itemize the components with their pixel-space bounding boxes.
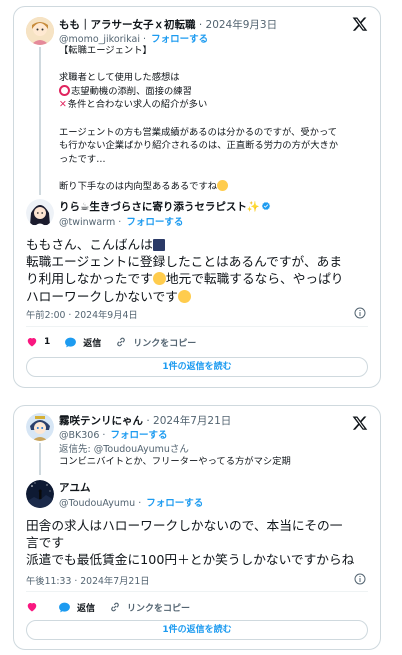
- action-bar: 返信 リンクをコピー: [26, 599, 204, 615]
- sparkle-icon: ✨: [246, 201, 260, 213]
- tweet-card: 霧咲テンリにゃん · 2024年7月21日 @BK306 · フォローする 返信…: [13, 405, 381, 650]
- reply-bubble-icon: [65, 337, 77, 347]
- link-icon: [111, 602, 119, 612]
- like-count: 1: [44, 337, 51, 347]
- night-city-emoji-icon: [152, 239, 165, 251]
- heart-icon: [27, 603, 37, 612]
- tweet-timestamp[interactable]: 午前2:00 · 2024年9月4日: [26, 307, 138, 321]
- tweet-timestamp[interactable]: 午後11:33 · 2024年7月21日: [26, 573, 150, 587]
- follow-button[interactable]: フォローする: [146, 498, 203, 509]
- like-button[interactable]: [26, 601, 44, 613]
- replying-to[interactable]: 返信先: @ToudouAyumuさん: [59, 441, 189, 455]
- author-name[interactable]: 霧咲テンリにゃん: [59, 415, 143, 427]
- x-logo-icon[interactable]: [352, 16, 368, 32]
- author-name[interactable]: アユム: [59, 482, 91, 494]
- read-replies-button[interactable]: 1件の返信を読む: [26, 620, 368, 640]
- reply-button[interactable]: 返信: [58, 601, 95, 614]
- dot-separator: ·: [102, 430, 106, 441]
- info-icon[interactable]: [354, 573, 366, 585]
- follow-button[interactable]: フォローする: [126, 217, 183, 228]
- red-circle-icon: [59, 84, 70, 96]
- quoted-tweet-text: コンビニバイトとか、フリーターやってる方がマシ定期: [59, 456, 291, 467]
- post-date[interactable]: · 2024年9月3日: [199, 19, 277, 31]
- copy-link-button[interactable]: リンクをコピー: [109, 601, 190, 614]
- divider: [26, 591, 368, 592]
- post-date[interactable]: · 2024年7月21日: [146, 415, 231, 427]
- avatar[interactable]: [26, 413, 54, 441]
- reply-bubble-icon: [59, 602, 70, 612]
- author-handle[interactable]: @twinwarm: [59, 217, 115, 228]
- tweet-card: もも｜アラサー女子ｘ初転職 · 2024年9月3日 @momo_jikorika…: [13, 6, 381, 388]
- author-name[interactable]: もも｜アラサー女子ｘ初転職: [59, 19, 196, 31]
- follow-button[interactable]: フォローする: [110, 430, 167, 441]
- author-name[interactable]: りら☕生きづらさに寄り添うセラピスト: [59, 201, 247, 213]
- red-cross-icon: ✕: [59, 99, 67, 111]
- avatar[interactable]: [26, 480, 54, 508]
- verified-badge-icon: [261, 202, 271, 210]
- thread-connector: [39, 47, 41, 195]
- avatar[interactable]: [26, 17, 54, 45]
- x-logo-icon[interactable]: [352, 415, 368, 431]
- author-handle[interactable]: @ToudouAyumu: [59, 498, 135, 509]
- tweet-text: 田舎の求人はハローワークしかないので、本当にその一 言です 派遣でも最低賃金に1…: [26, 518, 355, 568]
- avatar[interactable]: [26, 199, 54, 227]
- read-replies-button[interactable]: 1件の返信を読む: [26, 357, 368, 377]
- dot-separator: ·: [118, 217, 122, 228]
- dot-separator: ·: [138, 498, 142, 509]
- like-button[interactable]: 1: [26, 336, 50, 348]
- action-bar: 1 返信 リンクをコピー: [26, 334, 210, 350]
- sweat-smile-emoji-icon: [152, 272, 166, 286]
- author-handle[interactable]: @BK306: [59, 430, 99, 441]
- tweet-text: ももさん、こんばんは 転職エージェントに登録したことはあるんですが、あま り利用…: [26, 237, 344, 304]
- sweat-smile-emoji-icon: [177, 289, 191, 303]
- info-icon[interactable]: [354, 307, 366, 319]
- link-icon: [117, 337, 126, 347]
- reply-button[interactable]: 返信: [64, 336, 101, 349]
- grin-emoji-icon: [217, 179, 229, 191]
- copy-link-button[interactable]: リンクをコピー: [115, 336, 196, 349]
- quoted-tweet-text: 【転職エージェント】 求職者として使用した感想は 志望動機の添削、面接の練習 ✕…: [59, 45, 339, 192]
- divider: [26, 326, 368, 327]
- thread-connector: [39, 443, 41, 475]
- heart-icon: [27, 338, 37, 347]
